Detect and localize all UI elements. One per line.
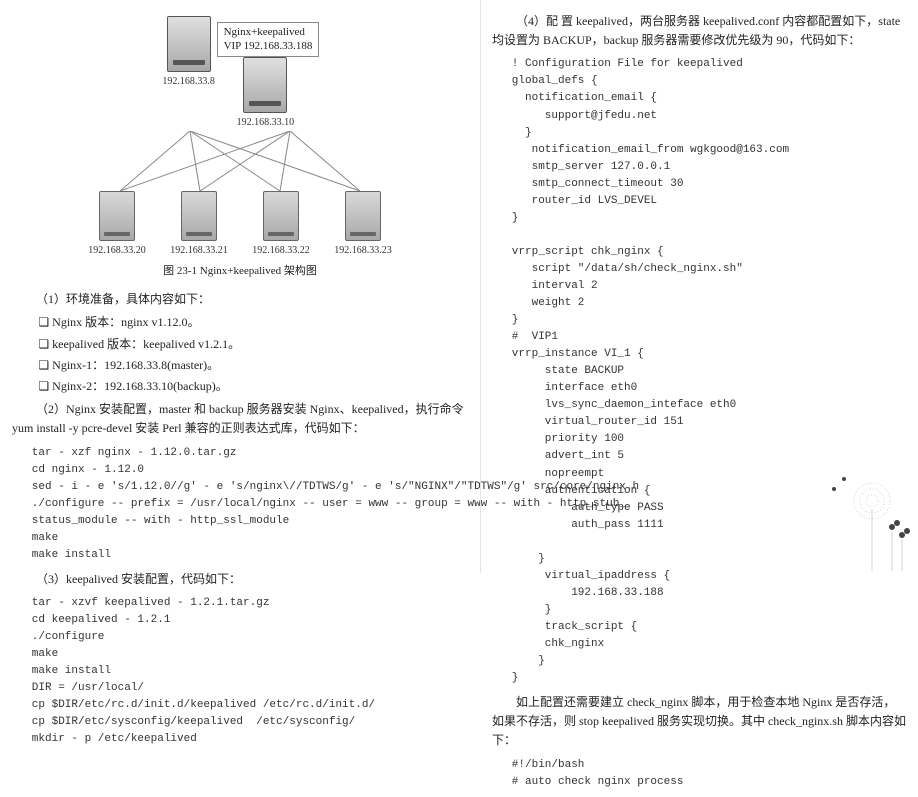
list-item: Nginx-2：192.168.33.10(backup)。: [38, 377, 468, 396]
list-item: Nginx 版本：nginx v1.12.0。: [38, 313, 468, 332]
server-icon: [263, 191, 299, 241]
ip-label: 192.168.33.23: [334, 243, 392, 259]
code-block: #!/bin/bash # auto check nginx process: [512, 757, 906, 791]
ip-label: 192.168.33.20: [88, 243, 146, 259]
left-page: 192.168.33.8 Nginx+keepalived VIP 192.16…: [0, 0, 480, 797]
architecture-diagram: 192.168.33.8 Nginx+keepalived VIP 192.16…: [12, 16, 468, 280]
server-icon: [181, 191, 217, 241]
right-page: （4）配 置 keepalived，两台服务器 keepalived.conf …: [480, 0, 918, 797]
diagram-connections: [80, 131, 400, 191]
list-item: keepalived 版本：keepalived v1.2.1。: [38, 335, 468, 354]
paragraph: （4）配 置 keepalived，两台服务器 keepalived.conf …: [492, 12, 906, 50]
server-icon: [243, 57, 287, 113]
ip-label: 192.168.33.8: [162, 74, 215, 90]
paragraph: （2）Nginx 安装配置，master 和 backup 服务器安装 Ngin…: [12, 400, 468, 438]
vip-label-box: Nginx+keepalived VIP 192.168.33.188: [217, 22, 320, 57]
ip-label: 192.168.33.21: [170, 243, 228, 259]
list-item: Nginx-1：192.168.33.8(master)。: [38, 356, 468, 375]
server-icon: [345, 191, 381, 241]
page-divider: [480, 0, 481, 573]
vip-line2: VIP 192.168.33.188: [224, 39, 313, 53]
ip-label: 192.168.33.22: [252, 243, 310, 259]
code-block: tar - xzvf keepalived - 1.2.1.tar.gz cd …: [32, 595, 468, 748]
code-block: ! Configuration File for keepalived glob…: [512, 56, 906, 687]
code-block: tar - xzf nginx - 1.12.0.tar.gz cd nginx…: [32, 445, 468, 564]
vip-line1: Nginx+keepalived: [224, 25, 313, 39]
paragraph: （1）环境准备，具体内容如下：: [12, 290, 468, 309]
paragraph: 如上配置还需要建立 check_nginx 脚本，用于检查本地 Nginx 是否…: [492, 693, 906, 751]
diagram-caption: 图 23-1 Nginx+keepalived 架构图: [12, 263, 468, 281]
page-spread: 192.168.33.8 Nginx+keepalived VIP 192.16…: [0, 0, 918, 797]
ip-label: 192.168.33.10: [237, 115, 295, 131]
server-icon: [99, 191, 135, 241]
server-icon: [167, 16, 211, 72]
